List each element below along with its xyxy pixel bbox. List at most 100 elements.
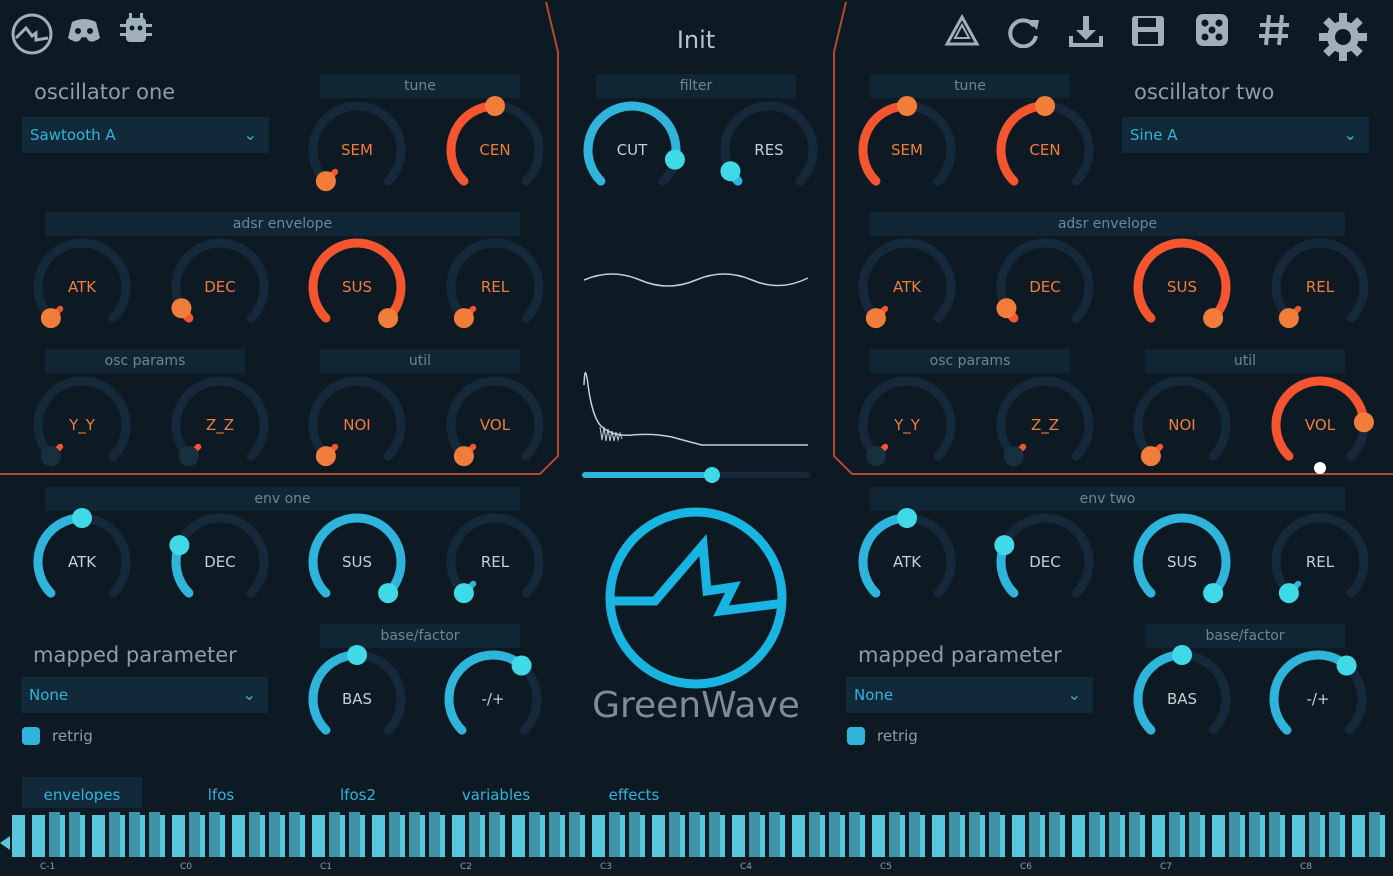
piano-key[interactable] [129, 812, 140, 857]
piano-key[interactable] [109, 812, 120, 857]
piano-key[interactable] [469, 812, 480, 857]
piano-key[interactable] [1352, 815, 1365, 857]
piano-key[interactable] [849, 812, 860, 857]
piano-key[interactable] [1292, 815, 1305, 857]
osc-one-cen-knob[interactable]: CEN [440, 95, 550, 205]
osc-two-atk-knob[interactable]: ATK [852, 232, 962, 342]
piano-key[interactable] [149, 812, 160, 857]
osc-two-noi-knob[interactable]: NOI [1127, 370, 1237, 480]
piano-key[interactable] [372, 815, 385, 857]
piano-key[interactable] [909, 812, 920, 857]
piano-key[interactable] [452, 815, 465, 857]
piano-key[interactable] [949, 812, 960, 857]
piano-key[interactable] [592, 815, 605, 857]
piano-key[interactable] [829, 812, 840, 857]
env-two-rel-knob[interactable]: REL [1265, 507, 1375, 617]
filter-slider-thumb[interactable] [703, 467, 720, 483]
piano-key[interactable] [232, 815, 245, 857]
env-one-rel-knob[interactable]: REL [440, 507, 550, 617]
filter-res-knob[interactable]: RES [714, 95, 824, 205]
env-two-mapped-select[interactable]: None ⌄ [846, 677, 1093, 713]
piano-key[interactable] [529, 812, 540, 857]
piano-key[interactable] [549, 812, 560, 857]
filter-cut-knob[interactable]: CUT [577, 95, 687, 205]
piano-key[interactable] [792, 815, 805, 857]
preset-name[interactable]: Init [620, 26, 772, 54]
piano-key[interactable] [1072, 815, 1085, 857]
osc-one-zz-knob[interactable]: Z_Z [165, 370, 275, 480]
env-one-sus-knob[interactable]: SUS [302, 507, 412, 617]
piano-key[interactable] [709, 812, 720, 857]
piano-key[interactable] [1169, 812, 1180, 857]
env-one-bas-knob[interactable]: BAS [302, 644, 412, 754]
piano-key[interactable] [49, 812, 60, 857]
piano-key[interactable] [1229, 812, 1240, 857]
piano-key[interactable] [1189, 812, 1200, 857]
osc-one-noi-knob[interactable]: NOI [302, 370, 412, 480]
piano-key[interactable] [69, 812, 80, 857]
piano-key[interactable] [569, 812, 580, 857]
osc-two-sus-knob[interactable]: SUS [1127, 232, 1237, 342]
piano-key[interactable] [969, 812, 980, 857]
env-two-sus-knob[interactable]: SUS [1127, 507, 1237, 617]
piano-key[interactable] [1269, 812, 1280, 857]
piano-key[interactable] [872, 815, 885, 857]
piano-key[interactable] [889, 812, 900, 857]
piano-key[interactable] [209, 812, 220, 857]
piano-key[interactable] [669, 812, 680, 857]
piano-key[interactable] [172, 815, 185, 857]
osc-two-rel-knob[interactable]: REL [1265, 232, 1375, 342]
osc-two-waveform-select[interactable]: Sine A ⌄ [1122, 117, 1369, 153]
piano-key[interactable] [629, 812, 640, 857]
piano-key[interactable] [389, 812, 400, 857]
osc-two-vol-knob[interactable]: VOL [1265, 370, 1375, 480]
piano-key[interactable] [1249, 812, 1260, 857]
piano-key[interactable] [189, 812, 200, 857]
env-two-atk-knob[interactable]: ATK [852, 507, 962, 617]
piano-key[interactable] [249, 812, 260, 857]
piano-key[interactable] [289, 812, 300, 857]
piano-key[interactable] [12, 815, 25, 857]
env-one-mapped-select[interactable]: None ⌄ [21, 677, 268, 713]
osc-one-sus-knob[interactable]: SUS [302, 232, 412, 342]
piano-key[interactable] [1089, 812, 1100, 857]
piano-key[interactable] [349, 812, 360, 857]
piano-key[interactable] [809, 812, 820, 857]
piano-key[interactable] [1049, 812, 1060, 857]
osc-two-cen-knob[interactable]: CEN [990, 95, 1100, 205]
keyboard-scroll-left-icon[interactable] [0, 836, 10, 850]
osc-one-vol-knob[interactable]: VOL [440, 370, 550, 480]
piano-key[interactable] [92, 815, 105, 857]
piano-key[interactable] [32, 815, 45, 857]
env-two-factor-knob[interactable]: -/+ [1263, 644, 1373, 754]
osc-two-sem-knob[interactable]: SEM [852, 95, 962, 205]
piano-key[interactable] [769, 812, 780, 857]
piano-key[interactable] [269, 812, 280, 857]
piano-key[interactable] [489, 812, 500, 857]
osc-one-yy-knob[interactable]: Y_Y [27, 370, 137, 480]
env-two-bas-knob[interactable]: BAS [1127, 644, 1237, 754]
piano-key[interactable] [652, 815, 665, 857]
piano-key[interactable] [989, 812, 1000, 857]
filter-slider[interactable] [582, 467, 810, 483]
piano-key[interactable] [512, 815, 525, 857]
osc-one-waveform-select[interactable]: Sawtooth A ⌄ [22, 117, 269, 153]
env-two-dec-knob[interactable]: DEC [990, 507, 1100, 617]
piano-key[interactable] [1212, 815, 1225, 857]
piano-key[interactable] [1309, 812, 1320, 857]
piano-key[interactable] [429, 812, 440, 857]
piano-key[interactable] [409, 812, 420, 857]
piano-key[interactable] [1329, 812, 1340, 857]
piano-key[interactable] [1369, 812, 1380, 857]
piano-key[interactable] [1012, 815, 1025, 857]
osc-one-sem-knob[interactable]: SEM [302, 95, 412, 205]
piano-key[interactable] [932, 815, 945, 857]
piano-key[interactable] [689, 812, 700, 857]
osc-one-rel-knob[interactable]: REL [440, 232, 550, 342]
env-two-retrig-checkbox[interactable] [847, 727, 865, 745]
osc-two-zz-knob[interactable]: Z_Z [990, 370, 1100, 480]
osc-two-yy-knob[interactable]: Y_Y [852, 370, 962, 480]
env-one-dec-knob[interactable]: DEC [165, 507, 275, 617]
piano-key[interactable] [1029, 812, 1040, 857]
osc-one-dec-knob[interactable]: DEC [165, 232, 275, 342]
